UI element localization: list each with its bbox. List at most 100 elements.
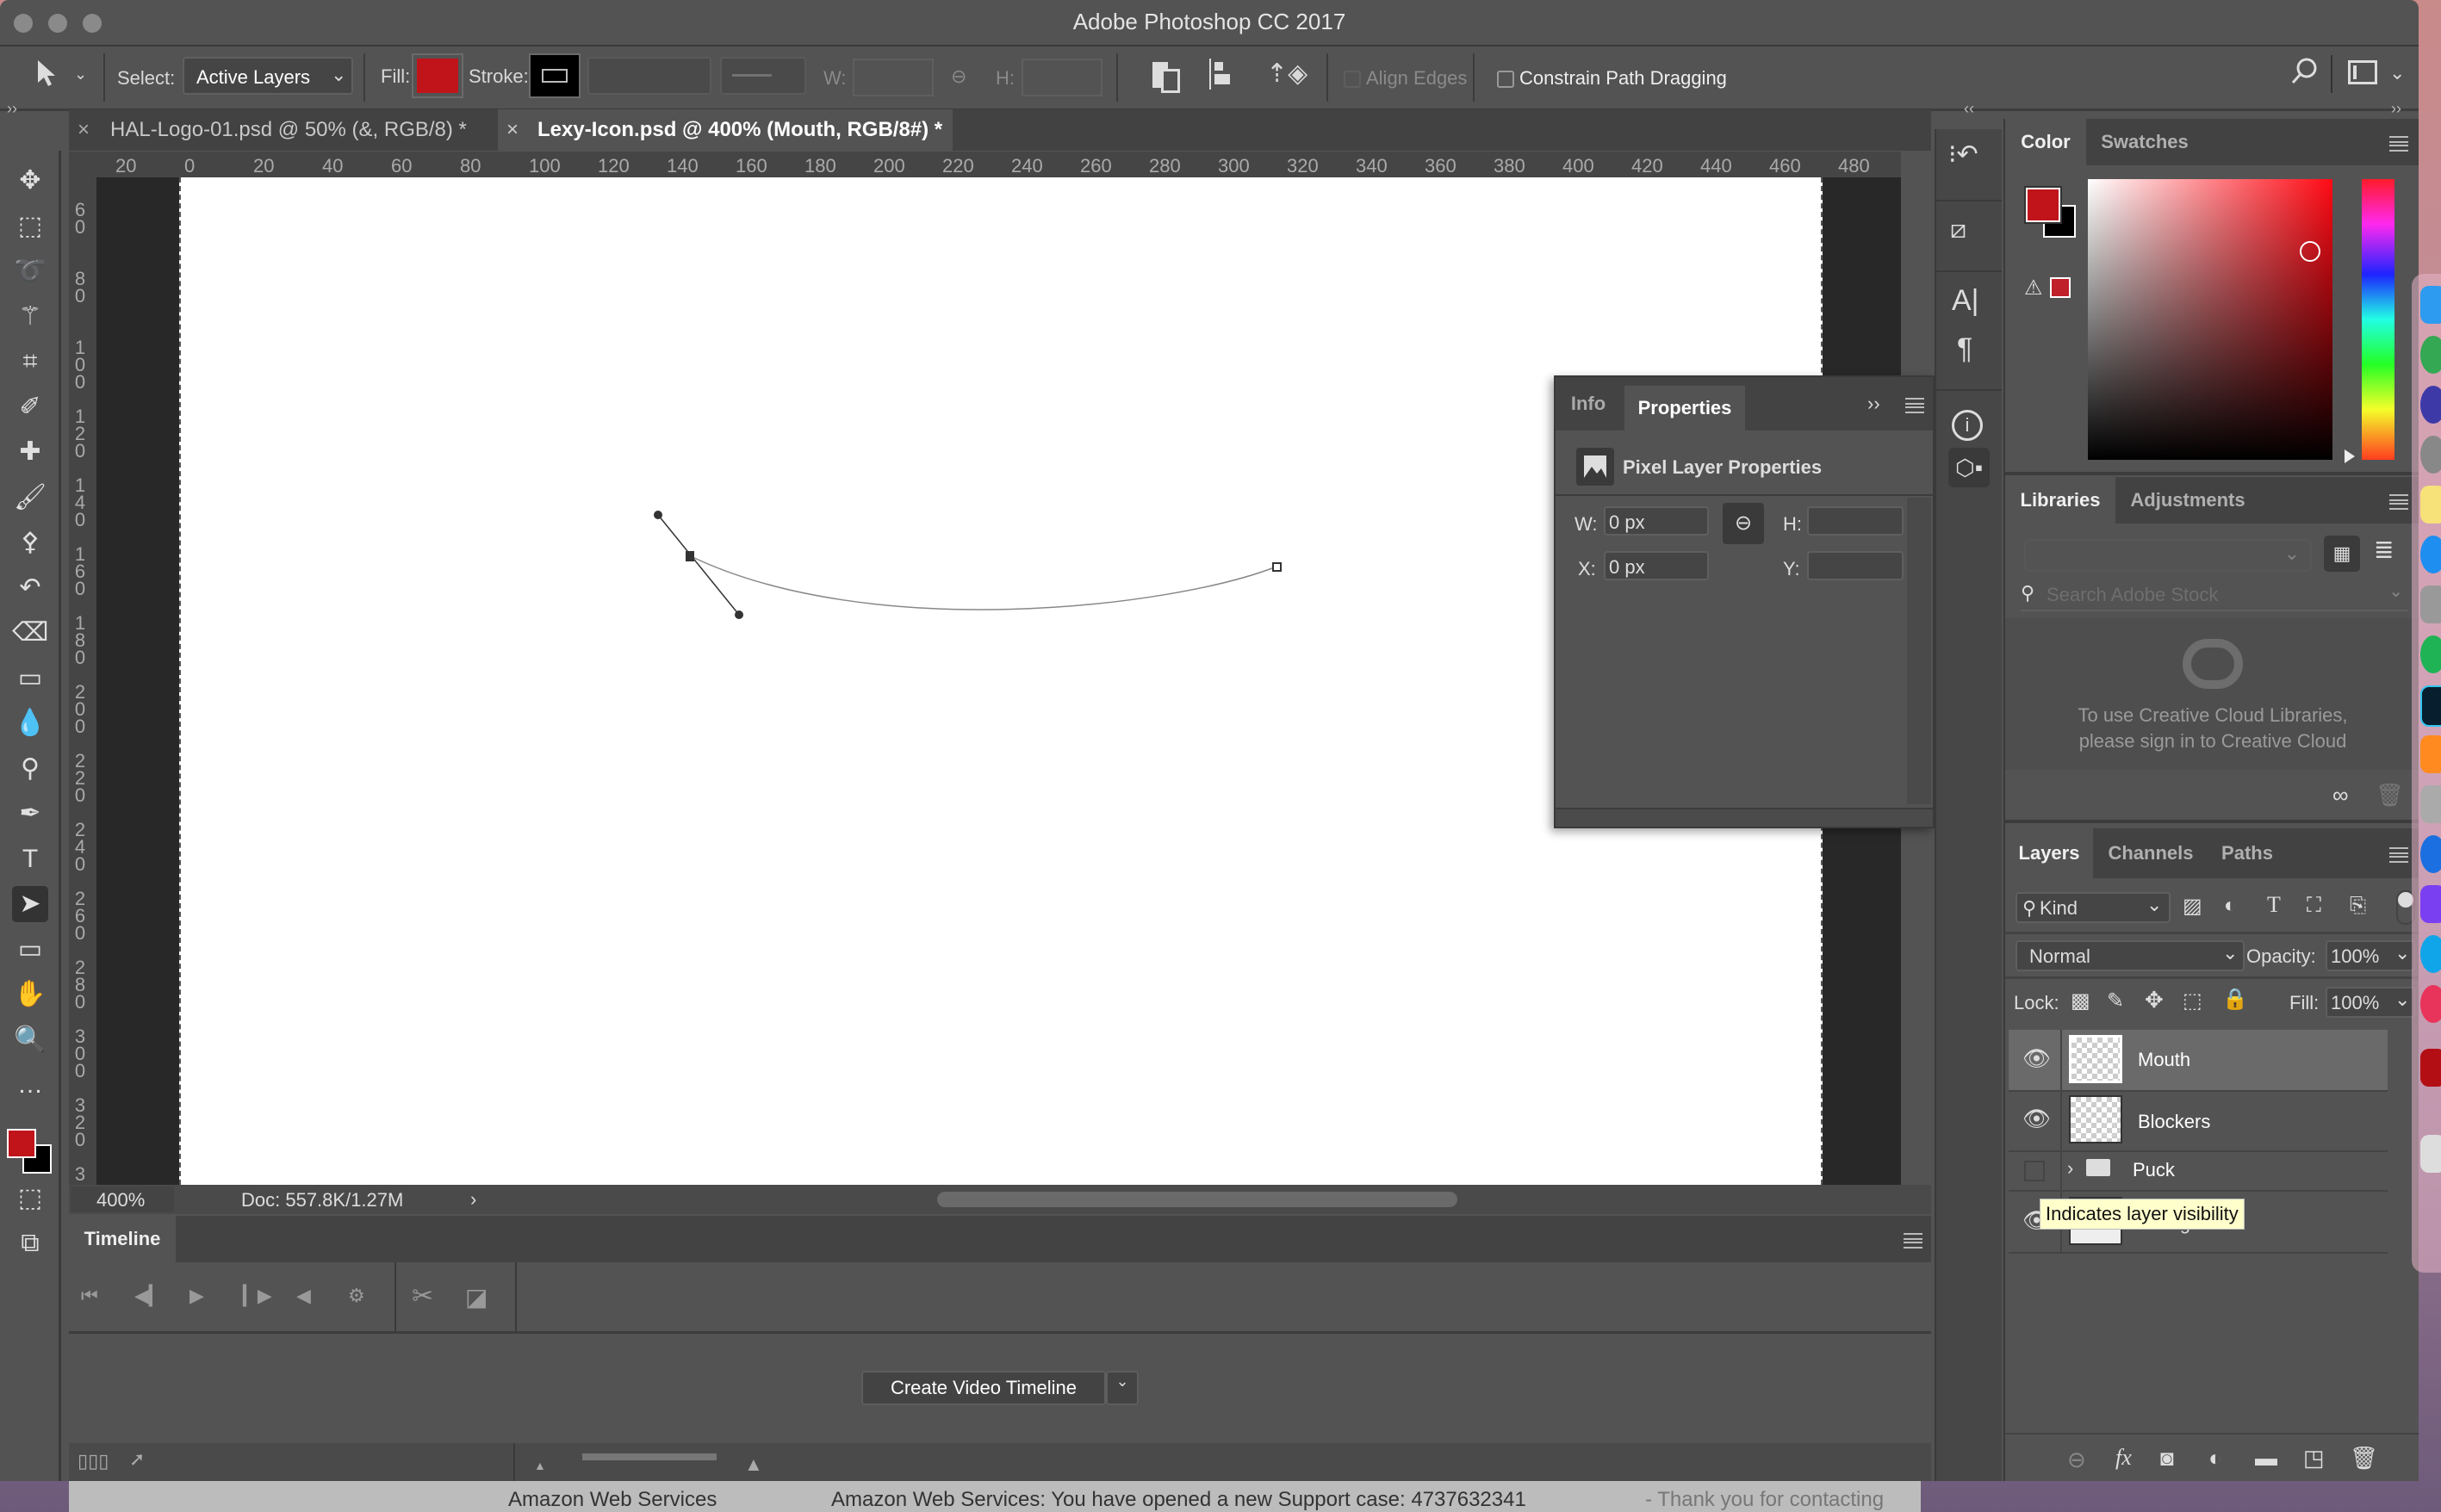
- siri-icon[interactable]: [2420, 386, 2441, 424]
- new-layer-icon[interactable]: ◳: [2303, 1445, 2325, 1472]
- app-store-icon[interactable]: [2420, 536, 2441, 573]
- link-icon[interactable]: ⊖: [951, 65, 966, 88]
- stroke-width-field[interactable]: [587, 57, 711, 95]
- collapse-panels-icon[interactable]: ‹‹: [1964, 100, 1974, 118]
- split-scissors-icon[interactable]: ✂: [412, 1281, 433, 1311]
- audio-icon[interactable]: ◀: [296, 1285, 311, 1307]
- anchor-point[interactable]: [1272, 562, 1282, 572]
- character-icon[interactable]: A|: [1952, 284, 1979, 318]
- select-dropdown[interactable]: Active Layers ⌄: [183, 57, 353, 95]
- tab-adjustments[interactable]: Adjustments: [2119, 477, 2257, 524]
- app-icon[interactable]: [2420, 985, 2441, 1023]
- quick-mask-icon[interactable]: ⬚: [12, 1180, 48, 1217]
- chrome-icon[interactable]: [2420, 336, 2441, 374]
- horizontal-scrollbar[interactable]: [937, 1192, 1457, 1207]
- path-alignment-icon[interactable]: [1209, 59, 1230, 90]
- brush-tool-icon[interactable]: 🖌: [12, 480, 48, 516]
- imovie-icon[interactable]: [2420, 885, 2441, 923]
- zoom-field[interactable]: 400%: [71, 1187, 174, 1212]
- tab-channels[interactable]: Channels: [2096, 828, 2205, 878]
- transition-icon[interactable]: ◪: [465, 1283, 488, 1311]
- first-frame-icon[interactable]: ⏮: [81, 1285, 98, 1307]
- notes-icon[interactable]: [2420, 486, 2441, 524]
- panel-menu-icon[interactable]: [2389, 136, 2408, 152]
- vertical-ruler[interactable]: 60 80 100 120 140 160 180 200 220 240 260 280 300 320…: [69, 177, 96, 1185]
- fx-icon[interactable]: fx: [2115, 1445, 2132, 1471]
- out-of-gamut-warning-icon[interactable]: ⚠: [2024, 276, 2043, 301]
- anchor-point-selected[interactable]: [686, 551, 694, 561]
- h-field[interactable]: [1022, 59, 1102, 96]
- zoom-in-icon[interactable]: ▲: [744, 1453, 763, 1476]
- horizontal-ruler[interactable]: 20 0 20 40 60 80 100 120 140 160 180 200 220 240 260 28…: [96, 152, 1901, 178]
- layer-filter-dropdown[interactable]: ⚲ Kind ⌄: [2016, 892, 2171, 923]
- link-layers-icon[interactable]: ⊖: [2067, 1447, 2086, 1473]
- tab-hal-logo[interactable]: × HAL-Logo-01.psd @ 50% (&, RGB/8) *: [69, 109, 484, 151]
- path-selection-tool-icon[interactable]: ➤: [12, 886, 48, 922]
- opacity-field[interactable]: 100% ⌄: [2326, 940, 2415, 971]
- move-tool-icon[interactable]: ✥: [12, 163, 48, 199]
- lock-position-icon[interactable]: ✥: [2145, 987, 2164, 1013]
- app-icon[interactable]: [2420, 835, 2441, 873]
- system-preferences-icon[interactable]: [2420, 586, 2441, 623]
- pen-tool-icon[interactable]: ✒: [12, 796, 48, 832]
- ruler-origin[interactable]: [69, 152, 96, 177]
- lock-transparent-icon[interactable]: ▩: [2071, 988, 2090, 1013]
- close-tab-icon[interactable]: ×: [78, 109, 90, 151]
- hand-tool-icon[interactable]: ✋: [12, 976, 48, 1013]
- lasso-tool-icon[interactable]: ➰: [12, 253, 48, 289]
- foreground-color-swatch[interactable]: [7, 1129, 36, 1158]
- launchpad-icon[interactable]: [2420, 436, 2441, 474]
- link-dimensions-button[interactable]: ⊖: [1723, 503, 1764, 544]
- crop-tool-icon[interactable]: ⌗: [12, 344, 48, 380]
- play-icon[interactable]: ▶: [189, 1285, 204, 1307]
- lock-artboard-icon[interactable]: ⬚: [2183, 988, 2202, 1013]
- app-icon[interactable]: [2420, 735, 2441, 773]
- path-operations-icon[interactable]: [1152, 62, 1180, 93]
- next-frame-icon[interactable]: ▎▶: [243, 1285, 272, 1307]
- blend-mode-dropdown[interactable]: Normal ⌄: [2016, 940, 2245, 971]
- rectangle-tool-icon[interactable]: ▭: [12, 932, 48, 968]
- properties-scrollbar[interactable]: [1907, 498, 1931, 804]
- history-icon[interactable]: ⁝↶: [1948, 139, 1978, 170]
- blur-tool-icon[interactable]: 💧: [12, 705, 48, 741]
- fill-swatch-button[interactable]: [412, 53, 463, 98]
- visibility-eye-icon[interactable]: 👁: [2022, 1045, 2051, 1072]
- expand-panels-icon[interactable]: ››: [2391, 100, 2401, 118]
- layer-row-mouth[interactable]: 👁 Mouth: [2009, 1030, 2388, 1092]
- create-video-timeline-button[interactable]: Create Video Timeline: [861, 1371, 1106, 1405]
- properties-icon[interactable]: ⬡▪: [1948, 448, 1990, 487]
- filter-adjustment-icon[interactable]: ◐: [2224, 894, 2237, 918]
- delete-layer-icon[interactable]: 🗑: [2350, 1445, 2378, 1472]
- mail-subject[interactable]: Amazon Web Services: You have opened a n…: [831, 1488, 1526, 1512]
- filter-type-icon[interactable]: T: [2267, 892, 2281, 918]
- tab-libraries[interactable]: Libraries: [2005, 477, 2115, 524]
- magic-wand-tool-icon[interactable]: ⚚: [12, 299, 48, 335]
- app-icon[interactable]: [2420, 635, 2441, 673]
- clone-source-icon[interactable]: ⧄: [1950, 215, 1966, 245]
- library-dropdown[interactable]: ⌄: [2024, 539, 2312, 572]
- previous-frame-icon[interactable]: ◀▎: [134, 1285, 164, 1307]
- tab-lexy-icon[interactable]: × Lexy-Icon.psd @ 400% (Mouth, RGB/8#) *: [498, 109, 953, 151]
- filter-shape-icon[interactable]: ⛶: [2307, 894, 2321, 918]
- height-field[interactable]: [1807, 506, 1904, 536]
- timeline-zoom-slider[interactable]: [582, 1453, 717, 1460]
- convert-icon[interactable]: ➚: [129, 1448, 145, 1471]
- finder-icon[interactable]: [2420, 286, 2441, 324]
- history-brush-tool-icon[interactable]: ↶: [12, 570, 48, 606]
- collapse-panel-icon[interactable]: ››: [1867, 393, 1880, 415]
- tab-layers[interactable]: Layers: [2005, 828, 2093, 878]
- gamut-color-swatch[interactable]: [2050, 277, 2071, 298]
- stroke-swatch-button[interactable]: [529, 53, 581, 98]
- width-field[interactable]: 0 px: [1604, 506, 1709, 536]
- stock-search-field[interactable]: ⚲ Search Adobe Stock ⌄: [2021, 579, 2408, 611]
- new-group-icon[interactable]: ▬: [2255, 1445, 2277, 1472]
- filezilla-icon[interactable]: [2420, 1049, 2441, 1087]
- direction-handle[interactable]: [735, 610, 743, 619]
- list-view-icon[interactable]: ≣: [2374, 536, 2394, 564]
- expand-group-chevron-icon[interactable]: ›: [2067, 1157, 2073, 1180]
- tab-color[interactable]: Color: [2005, 119, 2086, 165]
- workspace-icon[interactable]: [2348, 60, 2377, 84]
- eraser-tool-icon[interactable]: ⌫: [12, 615, 48, 651]
- layer-row-puck[interactable]: › Puck: [2009, 1150, 2388, 1192]
- creative-cloud-icon[interactable]: ∞: [2332, 782, 2349, 809]
